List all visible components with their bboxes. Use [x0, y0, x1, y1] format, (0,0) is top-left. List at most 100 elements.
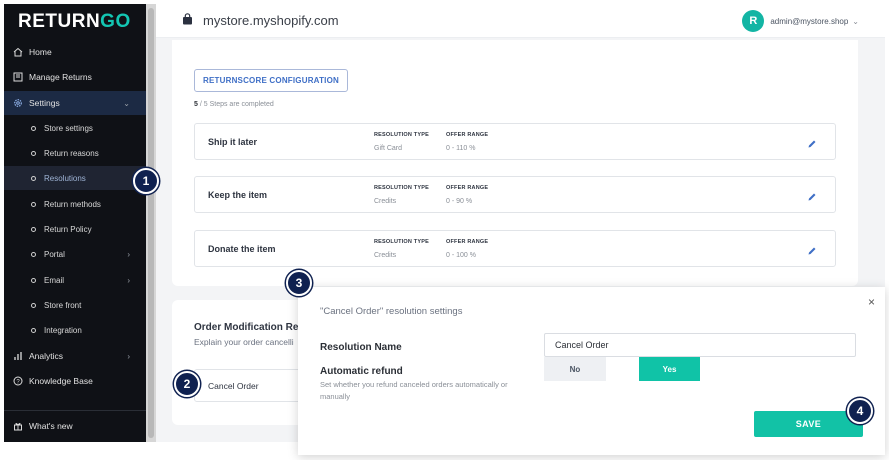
logo-text-accent: GO: [100, 11, 131, 32]
sidebar-subitem-return-methods[interactable]: Return methods: [4, 192, 146, 216]
pencil-icon[interactable]: [807, 243, 817, 261]
returnscore-configuration-button[interactable]: RETURNSCORE CONFIGURATION: [194, 69, 348, 92]
sidebar-subitem-return-reasons[interactable]: Return reasons: [4, 141, 146, 165]
sidebar-item-settings[interactable]: Settings ⌄: [4, 91, 146, 115]
sidebar-subitem-store-settings[interactable]: Store settings: [4, 116, 146, 140]
sidebar-subitem-label: Return reasons: [44, 148, 99, 158]
step-badge: 2: [174, 371, 200, 397]
resolution-name-label: Resolution Name: [320, 342, 402, 353]
offer-range-header: OFFER RANGE: [446, 185, 489, 191]
bullet-icon: [31, 327, 36, 333]
sidebar-subitem-integration[interactable]: Integration: [4, 318, 146, 342]
offer-range-value: 0 - 90 %: [446, 198, 473, 205]
resolution-type-header: RESOLUTION TYPE: [374, 185, 429, 191]
sidebar-subitem-label: Portal: [44, 249, 65, 259]
sidebar-item-label: Analytics: [29, 351, 64, 361]
resolution-name: Keep the item: [208, 190, 268, 200]
sidebar-item-label: Home: [29, 47, 52, 57]
sidebar-scrollbar[interactable]: [146, 4, 156, 442]
sidebar-item-whats-new[interactable]: What's new: [4, 414, 146, 438]
sidebar-item-label: Knowledge Base: [29, 376, 93, 386]
resolution-row[interactable]: Keep the item RESOLUTION TYPE Credits OF…: [194, 176, 836, 213]
refund-no-option[interactable]: No: [544, 357, 606, 381]
bullet-icon: [31, 201, 36, 207]
sidebar-subitem-label: Integration: [44, 325, 82, 335]
sidebar-item-label: Manage Returns: [29, 72, 92, 82]
bullet-icon: [31, 150, 36, 156]
cancel-order-label: Cancel Order: [208, 381, 259, 391]
home-icon: [13, 47, 23, 57]
help-icon: ?: [13, 376, 23, 386]
modal-title: "Cancel Order" resolution settings: [320, 306, 463, 317]
resolutions-card: RETURNSCORE CONFIGURATION 5 / 5 Steps ar…: [172, 40, 858, 286]
chevron-right-icon: ›: [127, 351, 130, 361]
logo-text-main: RETURN: [18, 11, 101, 32]
resolution-name-input[interactable]: [544, 333, 856, 357]
bullet-icon: [31, 251, 36, 257]
sidebar-item-analytics[interactable]: Analytics ›: [4, 344, 146, 368]
sidebar-subitem-resolutions[interactable]: Resolutions: [4, 166, 146, 190]
sidebar-item-label: Settings: [29, 98, 60, 108]
sidebar: RETURN GO Home Manage Returns Settings ⌄ …: [4, 4, 146, 442]
bullet-icon: [31, 125, 36, 131]
order-modification-title: Order Modification Res: [194, 322, 305, 333]
sidebar-subitem-label: Email: [44, 275, 65, 285]
resolution-row[interactable]: Donate the item RESOLUTION TYPE Credits …: [194, 230, 836, 267]
sidebar-divider: [4, 410, 146, 411]
order-modification-description: Explain your order cancelli: [194, 337, 294, 347]
bullet-icon: [31, 175, 36, 181]
resolution-type-value: Gift Card: [374, 145, 403, 152]
sidebar-subitem-label: Store front: [44, 300, 82, 310]
store-selector[interactable]: mystore.myshopify.com: [182, 13, 339, 28]
resolution-row[interactable]: Ship it later RESOLUTION TYPE Gift Card …: [194, 123, 836, 160]
resolution-type-header: RESOLUTION TYPE: [374, 239, 429, 245]
top-bar: mystore.myshopify.com R admin@mystore.sh…: [156, 4, 885, 38]
sidebar-item-label: What's new: [29, 421, 73, 431]
sidebar-subitem-portal[interactable]: Portal ›: [4, 242, 146, 266]
steps-progress-text: / 5 Steps are completed: [197, 101, 274, 108]
resolution-type-header: RESOLUTION TYPE: [374, 132, 429, 138]
bar-chart-icon: [13, 351, 23, 361]
sidebar-subitem-label: Return methods: [44, 199, 101, 209]
resolution-type-value: Credits: [374, 252, 397, 259]
refund-yes-option[interactable]: Yes: [639, 357, 700, 381]
pencil-icon[interactable]: [807, 189, 817, 207]
bullet-icon: [31, 226, 36, 232]
close-icon[interactable]: ×: [868, 296, 875, 308]
app-root: RETURN GO Home Manage Returns Settings ⌄ …: [0, 0, 889, 460]
resolution-type-value: Credits: [374, 198, 397, 205]
shopping-bag-icon: [182, 13, 193, 28]
returns-icon: [13, 72, 23, 82]
offer-range-header: OFFER RANGE: [446, 239, 489, 245]
bullet-icon: [31, 277, 36, 283]
user-menu[interactable]: R admin@mystore.shop ⌄: [742, 10, 859, 32]
pencil-icon[interactable]: [807, 136, 817, 154]
sidebar-subitem-label: Return Policy: [44, 224, 92, 234]
bullet-icon: [31, 302, 36, 308]
gear-icon: [13, 98, 23, 108]
offer-range-header: OFFER RANGE: [446, 132, 489, 138]
automatic-refund-label: Automatic refund: [320, 366, 403, 377]
gift-icon: [13, 421, 23, 431]
sidebar-subitem-email[interactable]: Email ›: [4, 268, 146, 292]
step-badge: 4: [847, 398, 873, 424]
sidebar-item-knowledge-base[interactable]: ? Knowledge Base: [4, 369, 146, 393]
chevron-down-icon: ⌄: [123, 98, 130, 108]
user-email: admin@mystore.shop: [770, 16, 849, 26]
sidebar-subitem-label: Store settings: [44, 123, 93, 133]
returngo-logo[interactable]: RETURN GO: [4, 4, 146, 40]
chevron-down-icon: ⌄: [852, 16, 859, 26]
sidebar-subitem-store-front[interactable]: Store front: [4, 293, 146, 317]
automatic-refund-help: Set whether you refund canceled orders a…: [320, 380, 508, 401]
step-badge: 3: [286, 270, 312, 296]
sidebar-subitem-return-policy[interactable]: Return Policy: [4, 217, 146, 241]
offer-range-value: 0 - 110 %: [446, 145, 476, 152]
sidebar-item-manage-returns[interactable]: Manage Returns: [4, 65, 146, 89]
step-badge: 1: [133, 168, 159, 194]
store-url: mystore.myshopify.com: [203, 13, 339, 28]
avatar: R: [742, 10, 765, 32]
sidebar-item-home[interactable]: Home: [4, 40, 146, 64]
chevron-right-icon: ›: [127, 275, 130, 285]
scrollbar-thumb[interactable]: [148, 8, 154, 438]
cancel-order-settings-modal: "Cancel Order" resolution settings × Res…: [298, 287, 885, 455]
